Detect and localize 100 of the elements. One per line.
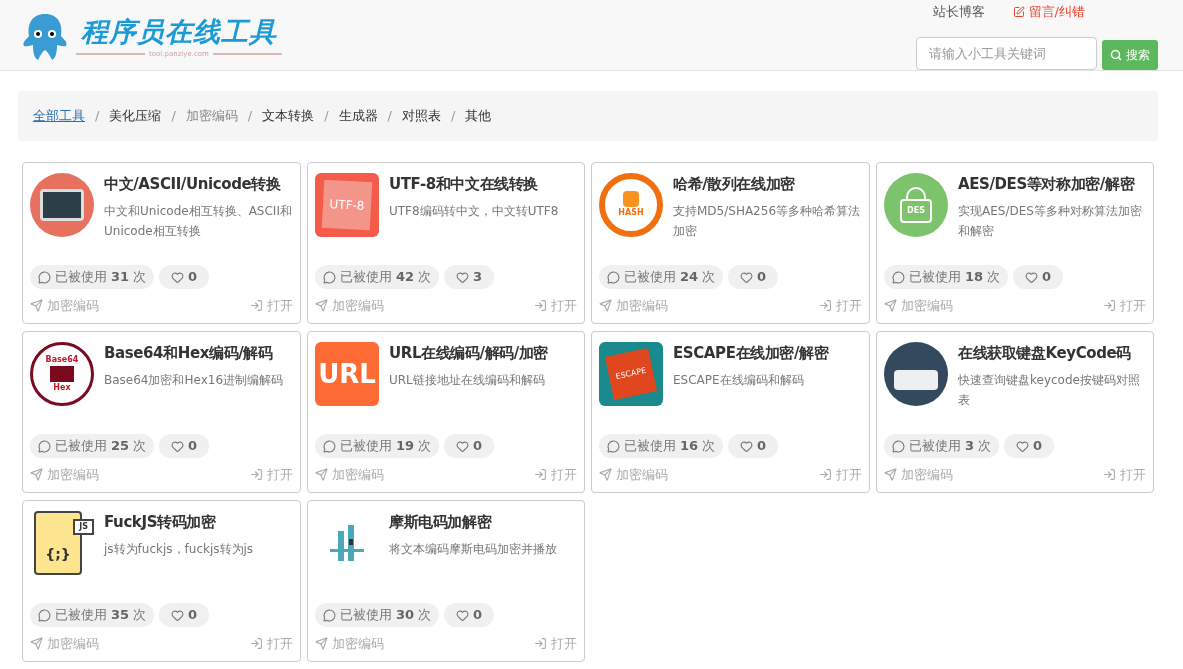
tool-card[interactable]: {;} JS FuckJS转码加密 js转为fuckjs，fuckjs转为js 已被使用 35 次 0 加密编码 打开 [22, 500, 301, 662]
terminal-icon: Base64 Hex [30, 342, 94, 406]
escape-icon: ESCAPE [599, 342, 663, 406]
login-icon [534, 298, 547, 312]
send-icon [599, 298, 612, 312]
tool-description: ESCAPE在线编码和解码 [673, 372, 805, 389]
login-icon [250, 636, 263, 650]
feedback-link[interactable]: 留言/纠错 [1012, 3, 1085, 21]
heart-icon [171, 608, 185, 622]
blog-link[interactable]: 站长博客 [932, 3, 985, 21]
tool-description: Base64加密和Hex16进制编解码 [104, 372, 284, 389]
like-button[interactable]: 0 [728, 434, 779, 458]
breadcrumb-link[interactable]: 文本转换 [262, 106, 315, 126]
login-icon [534, 467, 547, 481]
heart-icon [740, 439, 754, 453]
breadcrumb-link[interactable]: 生成器 [338, 106, 378, 126]
breadcrumb-link[interactable]: 美化压缩 [109, 106, 162, 126]
usage-count: 已被使用 30 次 [315, 603, 440, 627]
tool-card[interactable]: DES AES/DES等对称加密/解密 实现AES/DES等多种对称算法加密和解密 已被使用 18 次 0 加密编码 打开 [876, 162, 1154, 324]
usage-count: 已被使用 35 次 [30, 603, 155, 627]
heart-icon [1016, 439, 1030, 453]
heart-icon [456, 270, 470, 284]
tool-card[interactable]: 中文/ASCII/Unicode转换 中文和Unicode相互转换、ASCII和Unicode相互转换 已被使用 31 次 0 加密编码 打开 [22, 162, 301, 324]
login-icon [250, 298, 263, 312]
tool-title[interactable]: 在线获取键盘KeyCode码 [958, 342, 1146, 364]
lock-icon: HASH [599, 173, 663, 237]
tool-description: URL链接地址在线编码和解码 [389, 372, 546, 389]
tool-card[interactable]: 在线获取键盘KeyCode码 快速查询键盘keycode按键码对照表 已被使用 3 次 0 加密编码 打开 [876, 331, 1154, 493]
breadcrumb-link[interactable]: 对照表 [401, 106, 441, 126]
tool-description: 快速查询键盘keycode按键码对照表 [958, 372, 1141, 409]
breadcrumb-separator: / [449, 107, 457, 126]
heart-icon [1025, 270, 1039, 284]
search-field[interactable]: 请输入小工具关键词 [916, 37, 1097, 70]
usage-count: 已被使用 3 次 [884, 434, 1000, 458]
breadcrumb-separator: / [323, 107, 330, 126]
usage-count: 已被使用 31 次 [30, 265, 155, 289]
like-button[interactable]: 0 [728, 265, 779, 289]
like-button[interactable]: 0 [444, 434, 495, 458]
send-icon [30, 636, 43, 650]
heart-icon [740, 270, 754, 284]
breadcrumb-link[interactable]: 其他 [465, 106, 492, 126]
tool-description: 中文和Unicode相互转换、ASCII和Unicode相互转换 [104, 203, 293, 240]
heart-icon [171, 439, 185, 453]
heart-icon [456, 439, 470, 453]
tool-card[interactable]: ESCAPE ESCAPE在线加密/解密 ESCAPE在线编码和解码 已被使用 16 次 0 加密编码 打开 [591, 331, 870, 493]
tool-title[interactable]: 中文/ASCII/Unicode转换 [104, 173, 293, 195]
tool-card[interactable]: 摩斯电码加解密 将文本编码摩斯电码加密并播放 已被使用 30 次 0 加密编码 打开 [307, 500, 585, 662]
url-icon: URL [315, 342, 379, 406]
login-icon [819, 298, 832, 312]
login-icon [1103, 467, 1116, 481]
octopus-logo-icon [22, 12, 68, 62]
like-button[interactable]: 3 [444, 265, 495, 289]
breadcrumb-separator: / [386, 107, 393, 126]
tool-card[interactable]: Base64 Hex Base64和Hex编码/解码 Base64加密和Hex16进制编解码 已被使用 25 次 0 加密编码 打开 [22, 331, 301, 493]
tool-title[interactable]: FuckJS转码加密 [104, 511, 254, 533]
like-button[interactable]: 0 [159, 434, 210, 458]
usage-count: 已被使用 25 次 [30, 434, 155, 458]
like-button[interactable]: 0 [159, 603, 210, 627]
tool-description: 支持MD5/SHA256等多种哈希算法加密 [673, 203, 862, 240]
usage-count: 已被使用 19 次 [315, 434, 440, 458]
tool-title[interactable]: AES/DES等对称加密/解密 [958, 173, 1146, 195]
tool-title[interactable]: 哈希/散列在线加密 [673, 173, 862, 195]
like-button[interactable]: 0 [1004, 434, 1055, 458]
tool-title[interactable]: Base64和Hex编码/解码 [104, 342, 284, 364]
breadcrumb-separator: / [170, 107, 177, 126]
usage-count: 已被使用 24 次 [599, 265, 724, 289]
send-icon [30, 467, 43, 481]
tool-description: 将文本编码摩斯电码加密并播放 [389, 541, 557, 558]
usage-count: 已被使用 16 次 [599, 434, 724, 458]
tool-title[interactable]: URL在线编码/解码/加密 [389, 342, 549, 364]
breadcrumb-link[interactable]: 全部工具 [33, 106, 85, 126]
login-icon [819, 467, 832, 481]
utf8-icon: UTF-8 [315, 173, 379, 237]
send-icon [884, 467, 897, 481]
send-icon [884, 298, 897, 312]
send-icon [599, 467, 612, 481]
heart-icon [456, 608, 470, 622]
send-icon [30, 298, 43, 312]
tool-card[interactable]: HASH 哈希/散列在线加密 支持MD5/SHA256等多种哈希算法加密 已被使用 24 次 0 加密编码 打开 [591, 162, 870, 324]
usage-count: 已被使用 42 次 [315, 265, 440, 289]
like-button[interactable]: 0 [1013, 265, 1064, 289]
send-icon [315, 636, 328, 650]
tool-card[interactable]: URL URL在线编码/解码/加密 URL链接地址在线编码和解码 已被使用 19 次 0 加密编码 打开 [307, 331, 585, 493]
tool-description: js转为fuckjs，fuckjs转为js [104, 541, 254, 558]
like-button[interactable]: 0 [159, 265, 210, 289]
send-icon [315, 298, 328, 312]
breadcrumb-link[interactable]: 加密编码 [185, 106, 238, 126]
login-icon [1103, 298, 1116, 312]
login-icon [250, 467, 263, 481]
search-icon [1110, 49, 1122, 61]
tool-title[interactable]: 摩斯电码加解密 [389, 511, 557, 533]
usage-count: 已被使用 18 次 [884, 265, 1009, 289]
tool-card[interactable]: UTF-8 UTF-8和中文在线转换 UTF8编码转中文，中文转UTF8 已被使用 42 次 3 加密编码 打开 [307, 162, 585, 324]
login-icon [534, 636, 547, 650]
tool-title[interactable]: ESCAPE在线加密/解密 [673, 342, 829, 364]
breadcrumb-separator: / [246, 107, 254, 126]
tool-title[interactable]: UTF-8和中文在线转换 [389, 173, 559, 195]
breadcrumb-separator: / [94, 107, 101, 126]
like-button[interactable]: 0 [444, 603, 495, 627]
logo-title: 程序员在线工具 [81, 14, 277, 49]
